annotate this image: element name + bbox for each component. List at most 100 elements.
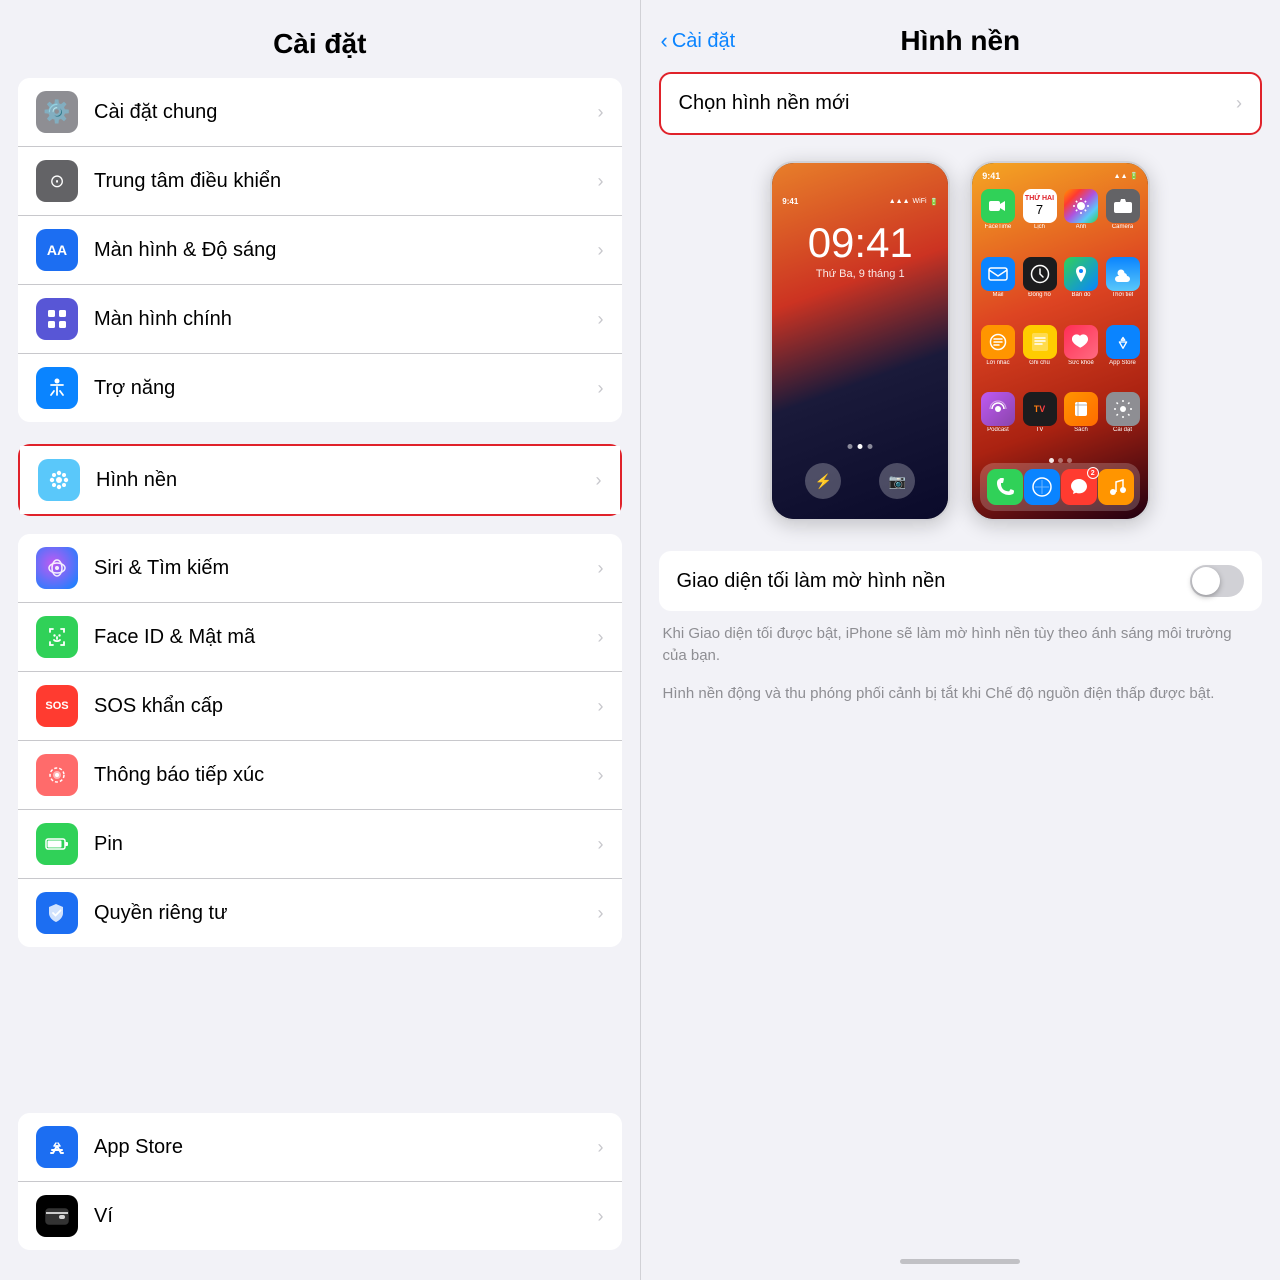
app-cell-camera: Camera <box>1105 189 1141 251</box>
dock-messages-icon: 2 <box>1061 469 1097 505</box>
chevron-icon: › <box>598 696 604 717</box>
sos-icon: SOS <box>36 685 78 727</box>
left-panel: Cài đặt ⚙️ Cài đặt chung › ⊙ Trung tâm đ… <box>0 0 640 1280</box>
messages-badge: 2 <box>1087 467 1099 479</box>
settings-item-vi[interactable]: Ví › <box>18 1182 622 1250</box>
settings-item-appstore[interactable]: App Store › <box>18 1113 622 1182</box>
settings-item-faceid[interactable]: Face ID & Mật mã › <box>18 603 622 672</box>
health-label: Sức khoẻ <box>1068 360 1094 366</box>
lock-screen: 9:41 ▲▲▲ WiFi 🔋 09:41 Thứ Ba, 9 tháng 1 <box>772 163 948 519</box>
settings-item-cai-dat-chung[interactable]: ⚙️ Cài đặt chung › <box>18 78 622 147</box>
faceid-icon <box>36 616 78 658</box>
app-cell-settings-small: Cài đặt <box>1105 392 1141 454</box>
item-label-appstore: App Store <box>94 1136 590 1159</box>
chevron-icon: › <box>598 903 604 924</box>
settings-item-siri[interactable]: Siri & Tìm kiếm › <box>18 534 622 603</box>
right-panel: ‹ Cài đặt Hình nền Chọn hình nền mới › 9… <box>641 0 1280 1280</box>
notes-app-icon <box>1023 325 1057 359</box>
mail-label: Mail <box>992 292 1003 298</box>
item-label-sos: SOS khẩn cấp <box>94 695 590 718</box>
item-label-man-hinh-chinh: Màn hình chính <box>94 308 590 331</box>
podcasts-app-icon <box>981 392 1015 426</box>
app-cell-clock: Đồng hồ <box>1022 257 1058 319</box>
battery-icon <box>36 823 78 865</box>
lock-time: 09:41 <box>808 220 913 266</box>
back-button[interactable]: ‹ Cài đặt <box>661 28 761 54</box>
app-cell-books: Sách <box>1063 392 1099 454</box>
chevron-icon: › <box>598 102 604 123</box>
app-cell-tv: TV TV <box>1022 392 1058 454</box>
wallpaper-preview: 9:41 ▲▲▲ WiFi 🔋 09:41 Thứ Ba, 9 tháng 1 <box>659 161 1263 521</box>
lock-camera-icon: 📷 <box>879 463 915 499</box>
settings-item-sos[interactable]: SOS SOS khẩn cấp › <box>18 672 622 741</box>
app-cell-facetime: FaceTime <box>980 189 1016 251</box>
home-dock: 2 <box>980 463 1140 511</box>
siri-icon <box>36 547 78 589</box>
settings-item-hinh-nen-wrapper: Hình nền › <box>18 444 622 516</box>
books-label: Sách <box>1074 427 1088 433</box>
lock-date: Thứ Ba, 9 tháng 1 <box>816 268 905 280</box>
chevron-icon: › <box>598 1206 604 1227</box>
item-label-thong-bao: Thông báo tiếp xúc <box>94 764 590 787</box>
lock-dot-2 <box>858 444 863 449</box>
homescreen-icon <box>36 298 78 340</box>
chevron-icon: › <box>598 378 604 399</box>
home-status-icons: ▲▲ 🔋 <box>1114 172 1139 180</box>
chevron-icon: › <box>598 834 604 855</box>
home-screen-preview[interactable]: 9:41 ▲▲ 🔋 FaceTime <box>970 161 1150 521</box>
weather-app-icon <box>1106 257 1140 291</box>
display-icon: AA <box>36 229 78 271</box>
tv-label: TV <box>1036 427 1044 433</box>
contact-tracing-icon <box>36 754 78 796</box>
home-indicator-area <box>641 1243 1280 1280</box>
settings-item-quyen-rieng-tu[interactable]: Quyền riêng tư › <box>18 879 622 947</box>
choose-wallpaper-label: Chọn hình nền mới <box>679 92 850 115</box>
reminders-label: Lời nhắc <box>986 360 1009 366</box>
appstore-icon <box>36 1126 78 1168</box>
settings-item-tro-nang[interactable]: Trợ năng › <box>18 354 622 422</box>
settings-item-thong-bao[interactable]: Thông báo tiếp xúc › <box>18 741 622 810</box>
camera-app-icon <box>1106 189 1140 223</box>
dark-mode-toggle-row: Giao diện tối làm mờ hình nền <box>659 551 1263 611</box>
description-text-2: Hình nền động và thu phóng phối cảnh bị … <box>659 683 1263 705</box>
lock-status-time: 9:41 <box>782 197 798 206</box>
lock-screen-preview[interactable]: 9:41 ▲▲▲ WiFi 🔋 09:41 Thứ Ba, 9 tháng 1 <box>770 161 950 521</box>
app-cell-podcasts: Podcast <box>980 392 1016 454</box>
chevron-icon: › <box>598 171 604 192</box>
settings-item-pin[interactable]: Pin › <box>18 810 622 879</box>
settings-item-hinh-nen[interactable]: Hình nền › <box>20 446 620 514</box>
choose-wallpaper-row[interactable]: Chọn hình nền mới › <box>659 72 1263 135</box>
settings-group-2: Siri & Tìm kiếm › Face ID & Mật mã › SOS… <box>18 534 622 947</box>
weather-label: Thời tiết <box>1112 292 1134 298</box>
lock-bottom: ⚡ 📷 <box>772 463 948 499</box>
chevron-icon: › <box>598 558 604 579</box>
dark-mode-toggle[interactable] <box>1190 565 1244 597</box>
right-header: ‹ Cài đặt Hình nền <box>641 0 1280 72</box>
lock-dot-1 <box>848 444 853 449</box>
description-text-1: Khi Giao diện tối được bật, iPhone sẽ là… <box>659 623 1263 667</box>
settings-app-icon <box>1106 392 1140 426</box>
notes-label: Ghi chú <box>1029 360 1050 366</box>
privacy-icon <box>36 892 78 934</box>
settings-item-man-hinh-chinh[interactable]: Màn hình chính › <box>18 285 622 354</box>
item-label-siri: Siri & Tìm kiếm <box>94 557 590 580</box>
dock-phone-icon <box>987 469 1023 505</box>
books-app-icon <box>1064 392 1098 426</box>
dark-mode-label: Giao diện tối làm mờ hình nền <box>677 570 946 593</box>
settings-item-man-hinh-do-sang[interactable]: AA Màn hình & Độ sáng › <box>18 216 622 285</box>
settings-item-trung-tam[interactable]: ⊙ Trung tâm điều khiển › <box>18 147 622 216</box>
tv-app-icon: TV <box>1023 392 1057 426</box>
app-cell-health: Sức khoẻ <box>1063 325 1099 387</box>
page-title: Hình nền <box>900 25 1020 57</box>
podcasts-label: Podcast <box>987 427 1009 433</box>
toggle-knob <box>1192 567 1220 595</box>
item-label-vi: Ví <box>94 1205 590 1228</box>
lock-dots <box>848 444 873 449</box>
appstore-app-label: App Store <box>1109 360 1136 366</box>
item-label-man-hinh: Màn hình & Độ sáng <box>94 239 590 262</box>
mail-app-icon <box>981 257 1015 291</box>
settings-app-label: Cài đặt <box>1113 427 1132 433</box>
wallet-icon <box>36 1195 78 1237</box>
controls-icon: ⊙ <box>36 160 78 202</box>
left-header: Cài đặt <box>0 0 640 78</box>
